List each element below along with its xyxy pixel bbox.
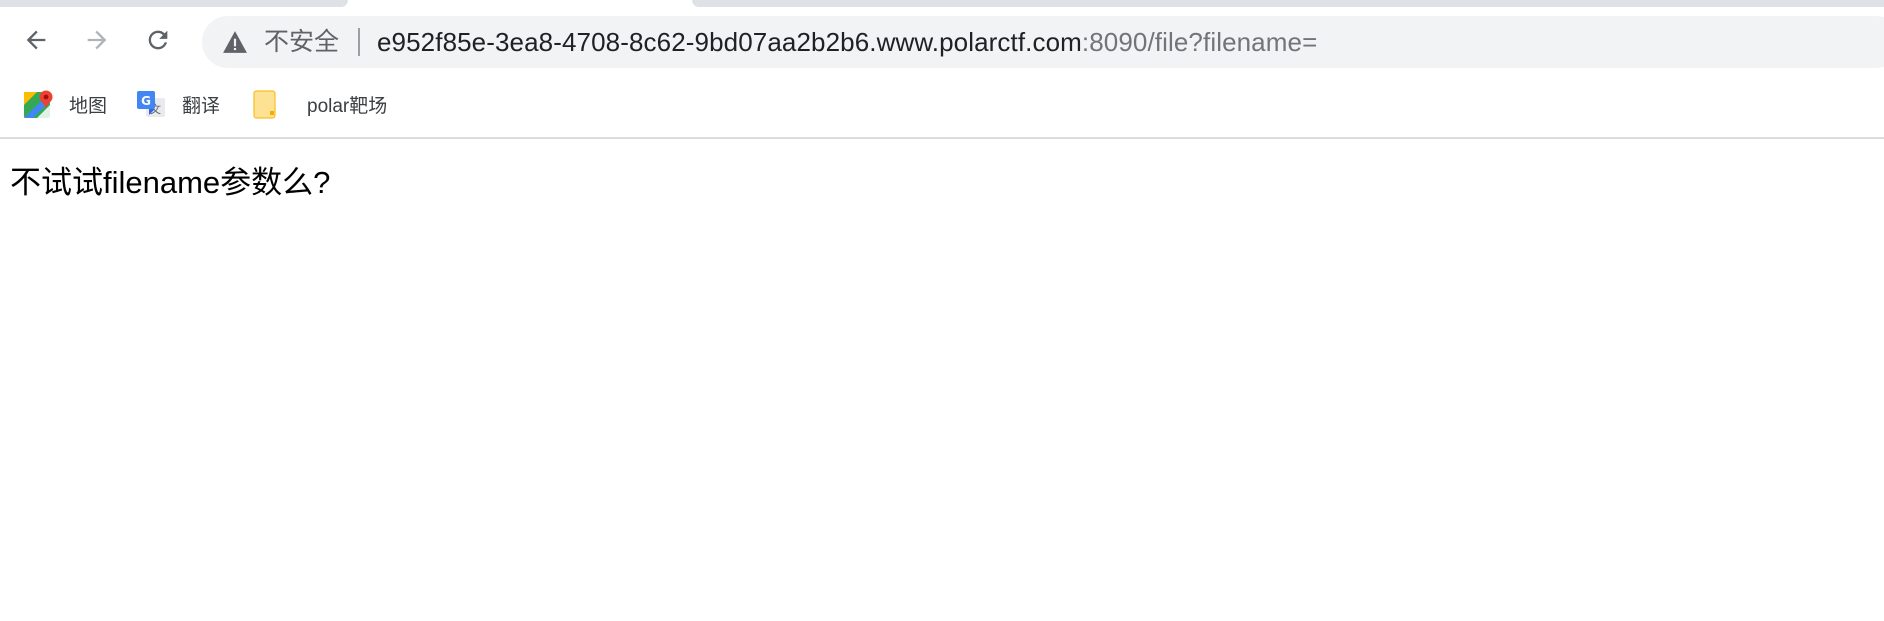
- security-divider: [358, 28, 360, 56]
- url-host: e952f85e-3ea8-4708-8c62-9bd07aa2b2b6.www…: [377, 27, 1082, 57]
- back-button[interactable]: [16, 20, 56, 60]
- bookmark-label: polar靶场: [307, 95, 388, 117]
- page-content: 不试试filename参数么?: [0, 139, 1884, 621]
- browser-toolbar: 不安全 e952f85e-3ea8-4708-8c62-9bd07aa2b2b6…: [0, 8, 1884, 76]
- url-text[interactable]: e952f85e-3ea8-4708-8c62-9bd07aa2b2b6.www…: [377, 16, 1317, 68]
- inactive-tab-right[interactable]: [692, 0, 1884, 7]
- forward-button[interactable]: [77, 20, 117, 60]
- bookmarks-bar: 地图 文 G 翻译 polar靶场: [0, 76, 1884, 139]
- folder-icon: [253, 90, 276, 119]
- bookmark-label: 地图: [69, 95, 108, 117]
- page-message: 不试试filename参数么?: [10, 165, 331, 200]
- reload-icon: [148, 30, 168, 50]
- svg-text:G: G: [141, 94, 151, 108]
- arrow-right-icon: [87, 30, 107, 50]
- google-translate-icon: 文 G: [137, 91, 165, 117]
- bookmark-translate[interactable]: 文 G 翻译: [136, 84, 220, 124]
- security-status-label[interactable]: 不安全: [264, 16, 339, 68]
- bookmark-polar[interactable]: polar靶场: [251, 84, 387, 124]
- google-maps-icon: [24, 90, 53, 118]
- bookmark-maps[interactable]: 地图: [23, 84, 107, 124]
- reload-button[interactable]: [138, 20, 178, 60]
- tab-strip: [0, 0, 1884, 8]
- warning-triangle-icon[interactable]: [222, 30, 248, 54]
- url-path: :8090/file?filename=: [1081, 27, 1318, 57]
- inactive-tab-left[interactable]: [0, 0, 348, 7]
- address-bar[interactable]: 不安全 e952f85e-3ea8-4708-8c62-9bd07aa2b2b6…: [202, 16, 1884, 68]
- arrow-left-icon: [26, 30, 46, 50]
- bookmark-label: 翻译: [182, 95, 221, 117]
- browser-window: 不安全 e952f85e-3ea8-4708-8c62-9bd07aa2b2b6…: [0, 0, 1884, 621]
